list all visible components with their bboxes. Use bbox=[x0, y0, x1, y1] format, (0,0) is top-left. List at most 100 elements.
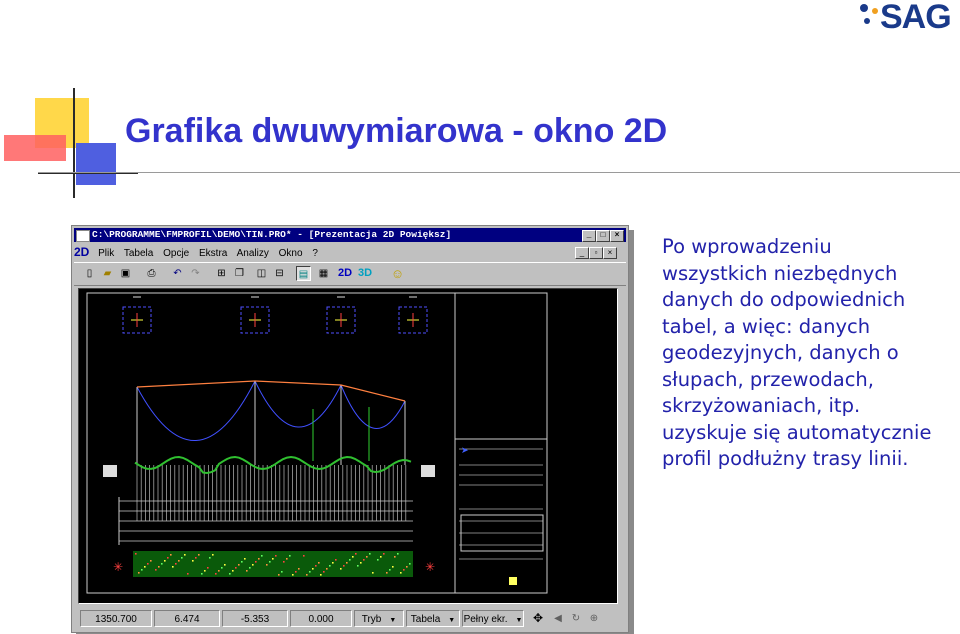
vegetation-dot bbox=[352, 556, 354, 558]
smiley-icon[interactable]: ☺ bbox=[390, 266, 405, 281]
redo-icon[interactable]: ↷ bbox=[188, 266, 203, 281]
view-2d-button[interactable]: 2D bbox=[336, 266, 354, 281]
vegetation-dot bbox=[138, 572, 140, 574]
menu-analizy[interactable]: Analizy bbox=[237, 248, 269, 259]
window-title: C:\PROGRAMME\FMPROFIL\DEMO\TIN.PRO* - [P… bbox=[92, 229, 452, 240]
profile-drawing: ✳ ✳ ➤ bbox=[86, 292, 548, 594]
vegetation-dot bbox=[198, 554, 200, 556]
vegetation-dot bbox=[332, 562, 334, 564]
menu-okno[interactable]: Okno bbox=[279, 248, 303, 259]
menu-help[interactable]: ? bbox=[312, 248, 318, 259]
vegetation-dot bbox=[258, 558, 260, 560]
status-value: 0.000 bbox=[290, 610, 352, 627]
vegetation-dot bbox=[164, 560, 166, 562]
title-block bbox=[454, 438, 548, 594]
mode-dropdown[interactable]: Tryb ▼ bbox=[354, 610, 404, 627]
menu-opcje[interactable]: Opcje bbox=[163, 248, 189, 259]
window-cascade-icon[interactable]: ❐ bbox=[232, 266, 247, 281]
vegetation-dot bbox=[261, 555, 263, 557]
maximize-button[interactable]: □ bbox=[596, 230, 610, 242]
legend-right bbox=[421, 465, 435, 477]
save-icon[interactable]: ▣ bbox=[118, 266, 133, 281]
app-icon[interactable] bbox=[76, 230, 90, 242]
vegetation-dot bbox=[272, 558, 274, 560]
vegetation-dot bbox=[281, 571, 283, 573]
minimize-button[interactable]: _ bbox=[582, 230, 596, 242]
menu-plik[interactable]: Plik bbox=[98, 248, 114, 259]
chevron-down-icon: ▼ bbox=[389, 617, 397, 624]
status-bar: 1350.700 6.474 -5.353 0.000 Tryb ▼ Tabela… bbox=[74, 608, 626, 630]
grid-view-icon[interactable]: ⊞ bbox=[214, 266, 229, 281]
vegetation-dot bbox=[340, 568, 342, 570]
vegetation-dot bbox=[326, 568, 328, 570]
vegetation-dot bbox=[178, 560, 180, 562]
status-coord-y: 6.474 bbox=[154, 610, 220, 627]
vegetation-dot bbox=[318, 562, 320, 564]
menu-tabela[interactable]: Tabela bbox=[124, 248, 153, 259]
window-titlebar[interactable]: C:\PROGRAMME\FMPROFIL\DEMO\TIN.PRO* - [P… bbox=[74, 228, 626, 242]
vegetation-dot bbox=[289, 555, 291, 557]
menu-ekstra[interactable]: Ekstra bbox=[199, 248, 227, 259]
table-dropdown[interactable]: Tabela ▼ bbox=[406, 610, 460, 627]
open-folder-icon[interactable]: ▰ bbox=[100, 266, 115, 281]
vegetation-dot bbox=[246, 570, 248, 572]
vegetation-dot bbox=[329, 565, 331, 567]
drawing-frame bbox=[86, 292, 548, 594]
print-icon[interactable]: ⎙ bbox=[144, 266, 159, 281]
app-window: C:\PROGRAMME\FMPROFIL\DEMO\TIN.PRO* - [P… bbox=[71, 225, 629, 633]
title-block-marker bbox=[509, 577, 517, 585]
vegetation-dot bbox=[141, 569, 143, 571]
description-text: Po wprowadzeniu wszystkich niezbędnych d… bbox=[662, 234, 954, 473]
vegetation-dot bbox=[212, 554, 214, 556]
vegetation-dot bbox=[158, 566, 160, 568]
crossing-marker-right: ✳ bbox=[425, 560, 435, 574]
deco-blue-square bbox=[76, 143, 116, 185]
title-divider bbox=[38, 172, 960, 173]
description-line: skrzyżowaniach, itp. bbox=[662, 394, 861, 417]
description-line: wszystkich niezbędnych bbox=[662, 261, 898, 285]
new-file-icon[interactable]: ▯ bbox=[82, 266, 97, 281]
table-icon[interactable]: ▦ bbox=[316, 266, 331, 281]
child-close-button[interactable]: × bbox=[603, 247, 617, 259]
zoom-icon[interactable]: ⊕ bbox=[586, 610, 602, 627]
view-3d-button[interactable]: 3D bbox=[356, 266, 374, 281]
vegetation-dot bbox=[241, 561, 243, 563]
menu-logo-2d[interactable]: 2D bbox=[74, 245, 89, 259]
description-line: słupach, przewodach, bbox=[662, 367, 874, 391]
pan-left-icon[interactable]: ◀ bbox=[550, 610, 566, 627]
vegetation-dot bbox=[286, 558, 288, 560]
profile-vertical-lines bbox=[136, 465, 407, 521]
document-view-icon[interactable]: ▤ bbox=[296, 266, 311, 281]
profile-canvas[interactable]: ✳ ✳ ➤ bbox=[78, 288, 618, 604]
navigate-icon[interactable]: ✥ bbox=[528, 610, 548, 627]
vegetation-dot bbox=[150, 560, 152, 562]
description-line: danych do odpowiednich bbox=[662, 288, 906, 311]
vegetation-dot bbox=[201, 573, 203, 575]
tile-horizontal-icon[interactable]: ⊟ bbox=[272, 266, 287, 281]
child-minimize-button[interactable]: _ bbox=[575, 247, 589, 259]
vegetation-dot bbox=[357, 565, 359, 567]
tower-symbols bbox=[122, 296, 428, 334]
vegetation-dot bbox=[181, 557, 183, 559]
tile-vertical-icon[interactable]: ◫ bbox=[254, 266, 269, 281]
refresh-icon[interactable]: ↻ bbox=[568, 610, 584, 627]
fullscreen-dropdown[interactable]: Pełny ekr. ▼ bbox=[462, 610, 524, 627]
undo-icon[interactable]: ↶ bbox=[170, 266, 185, 281]
child-restore-button[interactable]: ▫ bbox=[589, 247, 603, 259]
vegetation-dot bbox=[383, 553, 385, 555]
vegetation-dot bbox=[355, 553, 357, 555]
conductor-curve bbox=[340, 384, 406, 429]
status-coord-x: 1350.700 bbox=[80, 610, 152, 627]
vegetation-dot bbox=[306, 574, 308, 576]
conductor-curves bbox=[136, 380, 406, 465]
conductor-curve bbox=[136, 380, 256, 441]
vegetation-dot bbox=[155, 569, 157, 571]
vegetation-dot bbox=[403, 569, 405, 571]
vegetation-dot bbox=[167, 557, 169, 559]
close-button[interactable]: × bbox=[610, 230, 624, 242]
toolbar: ▯ ▰ ▣ ⎙ ↶ ↷ ⊞ ❐ ◫ ⊟ ▤ ▦ 2D 3D ☺ bbox=[74, 262, 626, 286]
vegetation-dot bbox=[175, 563, 177, 565]
status-coord-z: -5.353 bbox=[222, 610, 288, 627]
logo-text: SAG bbox=[880, 0, 952, 36]
ground-top-line bbox=[136, 380, 406, 402]
